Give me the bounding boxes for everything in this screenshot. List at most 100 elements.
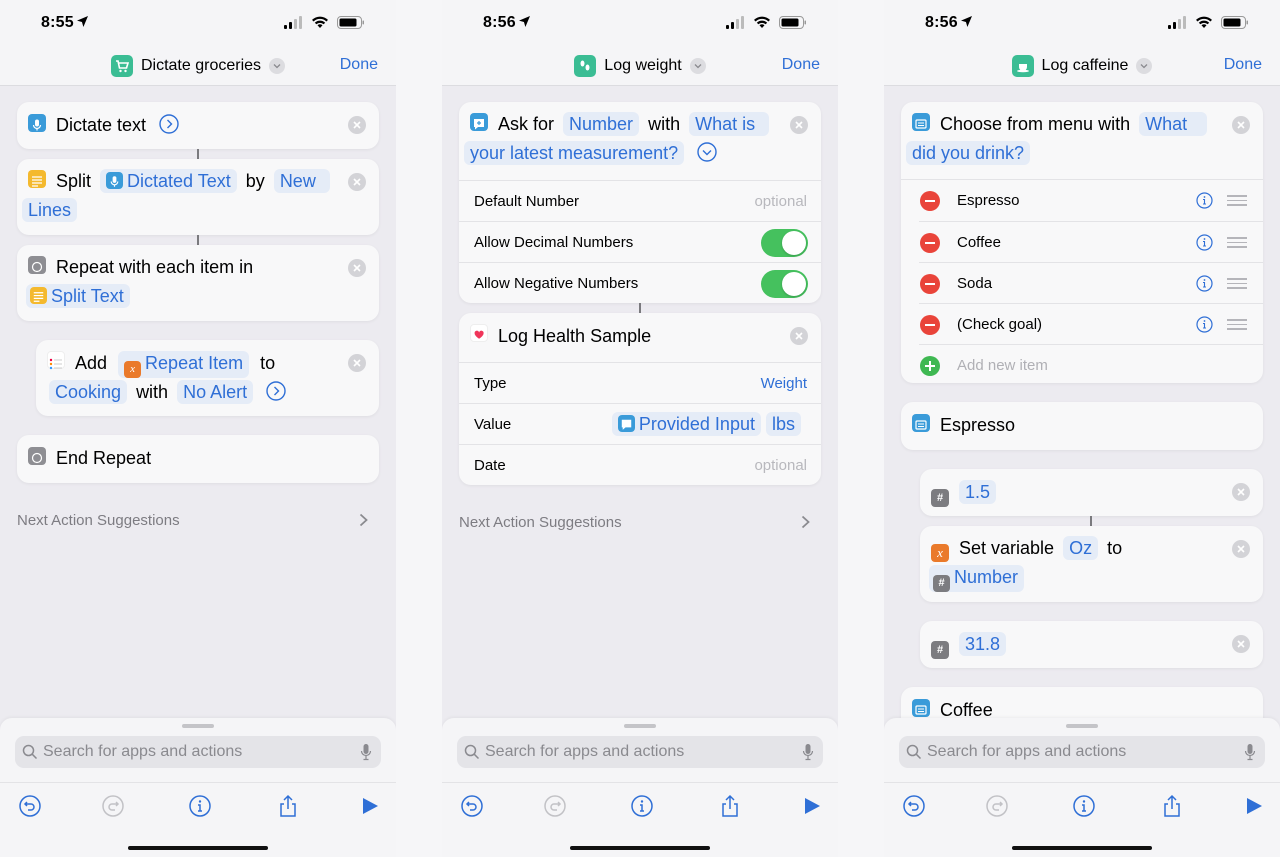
- search-field[interactable]: Search for apps and actions: [457, 736, 823, 768]
- number-variable[interactable]: # Number: [929, 565, 1025, 592]
- undo-icon[interactable]: [902, 794, 926, 818]
- type-row[interactable]: Type Weight: [459, 362, 821, 403]
- remove-action-button[interactable]: [1232, 116, 1250, 134]
- chevron-right-icon[interactable]: [359, 513, 368, 527]
- add-item-icon[interactable]: [920, 356, 940, 376]
- variable-name-parameter[interactable]: Oz: [1063, 536, 1099, 560]
- reorder-handle[interactable]: [1227, 278, 1247, 289]
- delete-item-button[interactable]: [920, 315, 940, 335]
- done-button[interactable]: Done: [1224, 56, 1262, 74]
- remove-action-button[interactable]: [790, 116, 808, 134]
- allow-negative-toggle[interactable]: [761, 270, 808, 298]
- sample-type-value[interactable]: Weight: [761, 363, 807, 404]
- separator-parameter-cont[interactable]: Lines: [22, 198, 78, 222]
- sheet-grabber[interactable]: [624, 724, 656, 728]
- sheet-grabber[interactable]: [1066, 724, 1098, 728]
- prompt-parameter-cont[interactable]: your latest measurement?: [464, 141, 685, 165]
- unit-parameter[interactable]: lbs: [765, 412, 801, 436]
- date-row[interactable]: Date optional: [459, 444, 821, 485]
- info-icon[interactable]: [188, 794, 212, 818]
- alert-parameter[interactable]: No Alert: [177, 380, 254, 404]
- number-value[interactable]: 1.5: [959, 480, 997, 504]
- action-dictate-text[interactable]: Dictate text: [17, 102, 379, 149]
- sheet-grabber[interactable]: [182, 724, 214, 728]
- menu-item[interactable]: (Check goal): [919, 303, 1263, 344]
- delete-item-button[interactable]: [920, 191, 940, 211]
- number-value[interactable]: 31.8: [959, 632, 1007, 656]
- remove-action-button[interactable]: [790, 327, 808, 345]
- split-text-variable[interactable]: Split Text: [26, 284, 130, 308]
- redo-icon[interactable]: [101, 794, 125, 818]
- expand-chevron-icon[interactable]: [266, 381, 286, 401]
- action-number[interactable]: #31.8: [920, 621, 1263, 668]
- expand-chevron-icon[interactable]: [159, 114, 179, 134]
- play-icon[interactable]: [358, 794, 382, 818]
- remove-action-button[interactable]: [348, 116, 366, 134]
- info-icon[interactable]: [1072, 794, 1096, 818]
- allow-decimal-toggle[interactable]: [761, 229, 808, 257]
- add-new-item-row[interactable]: Add new item: [919, 344, 1263, 385]
- info-icon[interactable]: [1196, 192, 1213, 209]
- remove-action-button[interactable]: [348, 259, 366, 277]
- share-icon[interactable]: [718, 794, 742, 818]
- shortcut-title-button[interactable]: Log weight: [442, 54, 838, 78]
- search-field[interactable]: Search for apps and actions: [15, 736, 381, 768]
- share-icon[interactable]: [276, 794, 300, 818]
- remove-action-button[interactable]: [1232, 483, 1250, 501]
- prompt-parameter[interactable]: What is: [689, 112, 770, 136]
- action-number[interactable]: #1.5: [920, 469, 1263, 516]
- action-end-repeat[interactable]: End Repeat: [17, 435, 379, 483]
- add-new-item-input[interactable]: Add new item: [957, 357, 1048, 374]
- action-choose-from-menu[interactable]: Choose from menu with What did you drink…: [901, 102, 1263, 383]
- chevron-right-icon[interactable]: [801, 515, 810, 529]
- input-type-parameter[interactable]: Number: [563, 112, 640, 136]
- info-icon[interactable]: [1196, 316, 1213, 333]
- menu-prompt-parameter-cont[interactable]: did you drink?: [906, 141, 1031, 165]
- menu-item[interactable]: Soda: [919, 262, 1263, 303]
- play-icon[interactable]: [800, 794, 824, 818]
- redo-icon[interactable]: [543, 794, 567, 818]
- separator-parameter[interactable]: New: [273, 169, 330, 193]
- action-ask-for-input[interactable]: Ask for Number with What is your latest …: [459, 102, 821, 303]
- default-number-row[interactable]: Default Number optional: [459, 180, 821, 221]
- menu-prompt-parameter[interactable]: What: [1139, 112, 1208, 136]
- provided-input-variable[interactable]: Provided Input: [611, 412, 761, 436]
- default-number-input[interactable]: optional: [754, 181, 807, 222]
- redo-icon[interactable]: [985, 794, 1009, 818]
- action-add-reminder[interactable]: Add x Repeat Item to Cooking with No Aler…: [36, 340, 379, 416]
- action-repeat-each[interactable]: Repeat with each item in Split Text: [17, 245, 379, 321]
- reorder-handle[interactable]: [1227, 237, 1247, 248]
- collapse-chevron-icon[interactable]: [697, 142, 717, 162]
- done-button[interactable]: Done: [782, 56, 820, 74]
- next-action-suggestions[interactable]: Next Action Suggestions: [459, 514, 622, 531]
- delete-item-button[interactable]: [920, 274, 940, 294]
- info-icon[interactable]: [1196, 234, 1213, 251]
- undo-icon[interactable]: [18, 794, 42, 818]
- action-split-text[interactable]: Split Dictated Text by New Lines: [17, 159, 379, 235]
- remove-action-button[interactable]: [1232, 635, 1250, 653]
- action-set-variable[interactable]: x Set variable Oz to # Number: [920, 526, 1263, 602]
- action-log-health-sample[interactable]: Log Health Sample Type Weight Value Provi…: [459, 313, 821, 485]
- play-icon[interactable]: [1242, 794, 1266, 818]
- share-icon[interactable]: [1160, 794, 1184, 818]
- info-icon[interactable]: [630, 794, 654, 818]
- reminder-list-parameter[interactable]: Cooking: [49, 380, 128, 404]
- menu-item[interactable]: Espresso: [919, 180, 1263, 221]
- menu-item[interactable]: Coffee: [919, 221, 1263, 262]
- repeat-item-variable[interactable]: x Repeat Item: [118, 351, 250, 378]
- done-button[interactable]: Done: [340, 56, 378, 74]
- shortcut-title-button[interactable]: Log caffeine: [884, 54, 1280, 78]
- remove-action-button[interactable]: [1232, 540, 1250, 558]
- shortcut-title-button[interactable]: Dictate groceries: [0, 54, 396, 78]
- remove-action-button[interactable]: [348, 173, 366, 191]
- menu-case-espresso[interactable]: Espresso: [901, 402, 1263, 450]
- delete-item-button[interactable]: [920, 233, 940, 253]
- reorder-handle[interactable]: [1227, 319, 1247, 330]
- dictated-text-variable[interactable]: Dictated Text: [100, 169, 237, 193]
- next-action-suggestions[interactable]: Next Action Suggestions: [17, 512, 180, 529]
- remove-action-button[interactable]: [348, 354, 366, 372]
- date-input[interactable]: optional: [754, 445, 807, 486]
- search-field[interactable]: Search for apps and actions: [899, 736, 1265, 768]
- reorder-handle[interactable]: [1227, 195, 1247, 206]
- undo-icon[interactable]: [460, 794, 484, 818]
